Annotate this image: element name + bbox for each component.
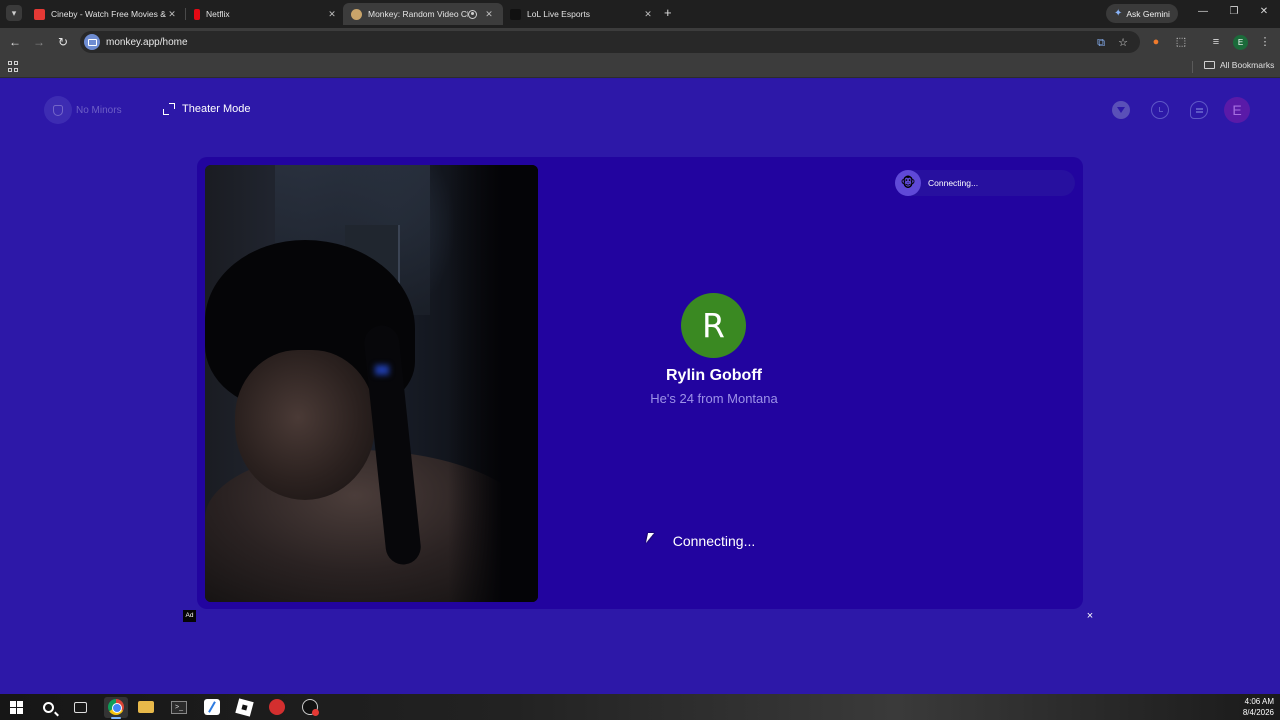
video-chat-stage: 🐵 Connecting... R Rylin Goboff He's 24 f… [197, 157, 1083, 609]
ask-gemini-label: Ask Gemini [1126, 8, 1170, 19]
close-icon[interactable]: ✕ [483, 9, 495, 20]
camera-person-face [235, 350, 375, 500]
chip-status-text: Connecting... [928, 178, 979, 188]
ad-close-button[interactable]: × [1083, 609, 1097, 623]
restore-icon[interactable]: ❐ [1227, 6, 1241, 17]
roblox-icon[interactable] [234, 697, 254, 717]
bookmarks-divider [1192, 61, 1193, 73]
windows-taskbar: >_ 4:06 AM 8/4/2026 [0, 694, 1280, 720]
close-icon[interactable]: ✕ [326, 9, 338, 20]
gemini-sparkle-icon: ✦ [1114, 8, 1123, 19]
search-icon[interactable] [39, 698, 57, 716]
reload-icon[interactable]: ↻ [55, 34, 71, 50]
forward-icon[interactable]: → [31, 34, 47, 50]
close-icon[interactable]: ✕ [166, 9, 178, 20]
install-app-icon[interactable]: ⧉ [1094, 36, 1108, 50]
clock-time: 4:06 AM [1244, 697, 1274, 706]
github-icon[interactable] [301, 698, 319, 716]
tab-title: Monkey: Random Video Chat [368, 9, 468, 19]
active-app-indicator [111, 717, 121, 719]
connection-status-chip: 🐵 Connecting... [895, 170, 1075, 196]
lol-favicon-icon [510, 8, 521, 20]
monkey-icon: 🐵 [895, 170, 921, 196]
expand-icon [163, 103, 175, 115]
site-info-icon[interactable] [84, 34, 100, 50]
window-close-icon[interactable]: ✕ [1257, 6, 1271, 17]
extensions-puzzle-icon[interactable]: ⬚ [1174, 35, 1188, 49]
chrome-icon[interactable] [107, 698, 125, 716]
tab-monkey[interactable]: Monkey: Random Video Chat ✕ [343, 3, 503, 25]
tab-strip: ▾ Cineby - Watch Free Movies & TV Shows … [0, 0, 1280, 28]
netflix-favicon-icon [194, 8, 200, 20]
terminal-icon[interactable]: >_ [170, 698, 188, 716]
history-clock-icon[interactable] [1151, 101, 1169, 119]
red-app-icon[interactable] [268, 698, 286, 716]
chat-bubble-icon[interactable] [1190, 101, 1208, 119]
monkey-favicon-icon [351, 8, 362, 20]
partner-avatar: R [681, 293, 746, 358]
tab-cineby[interactable]: Cineby - Watch Free Movies & TV Shows ✕ [26, 3, 186, 25]
theater-mode-label: Theater Mode [182, 103, 251, 115]
clock-date: 8/4/2026 [1242, 708, 1274, 717]
task-view-icon[interactable] [71, 698, 89, 716]
url-text[interactable]: monkey.app/home [106, 37, 188, 48]
partner-info: He's 24 from Montana [650, 391, 778, 406]
tab-lol-esports[interactable]: LoL Live Esports ✕ [502, 3, 662, 25]
close-icon[interactable]: ✕ [642, 9, 654, 20]
new-tab-icon[interactable]: + [664, 6, 672, 20]
system-clock[interactable]: 4:06 AM 8/4/2026 [1243, 696, 1274, 718]
back-icon[interactable]: ← [7, 34, 23, 50]
bookmarks-bar: All Bookmarks [0, 56, 1280, 78]
camera-shadow [448, 165, 538, 602]
notes-icon[interactable] [203, 698, 221, 716]
tab-title: Cineby - Watch Free Movies & TV Shows [51, 9, 166, 19]
profile-avatar[interactable]: E [1233, 35, 1248, 50]
no-minors-toggle[interactable]: No Minors [44, 96, 122, 124]
extension-icon[interactable]: ● [1149, 35, 1163, 49]
recording-icon [468, 9, 477, 19]
menu-kebab-icon[interactable]: ⋮ [1258, 35, 1272, 49]
folder-icon [1204, 61, 1215, 69]
tab-title: LoL Live Esports [527, 9, 590, 19]
minimize-icon[interactable]: — [1196, 6, 1210, 17]
connection-status: Connecting... [672, 533, 756, 549]
ad-badge: Ad [183, 610, 196, 622]
browser-toolbar: ← → ↻ monkey.app/home ⧉ ☆ ● ⬚ ≡ ⋮ [0, 28, 1280, 56]
user-avatar[interactable]: E [1224, 97, 1250, 123]
theater-mode-button[interactable]: Theater Mode [163, 103, 250, 115]
tab-search-list-icon[interactable]: ≡ [1209, 35, 1223, 49]
tab-netflix[interactable]: Netflix ✕ [186, 3, 346, 25]
shield-icon [44, 96, 72, 124]
all-bookmarks-button[interactable]: All Bookmarks [1204, 60, 1274, 70]
tab-title: Netflix [206, 9, 230, 19]
all-bookmarks-label: All Bookmarks [1220, 60, 1275, 70]
camera-blue-light [375, 365, 389, 375]
download-icon[interactable] [1112, 101, 1130, 119]
apps-grid-icon[interactable] [8, 61, 19, 72]
partner-name: Rylin Goboff [666, 367, 762, 384]
windows-start-icon[interactable] [7, 698, 25, 716]
monkey-page: No Minors Theater Mode E 🐵 Connecting...… [0, 79, 1280, 694]
address-bar[interactable]: monkey.app/home ⧉ ☆ [80, 31, 1140, 53]
file-explorer-icon[interactable] [137, 698, 155, 716]
no-minors-label: No Minors [76, 104, 122, 116]
self-camera-view [205, 165, 538, 602]
bookmark-star-icon[interactable]: ☆ [1116, 36, 1130, 50]
tab-search-icon[interactable]: ▾ [6, 5, 22, 21]
ask-gemini-button[interactable]: ✦ Ask Gemini [1106, 4, 1178, 23]
youtube-favicon-icon [34, 8, 45, 20]
